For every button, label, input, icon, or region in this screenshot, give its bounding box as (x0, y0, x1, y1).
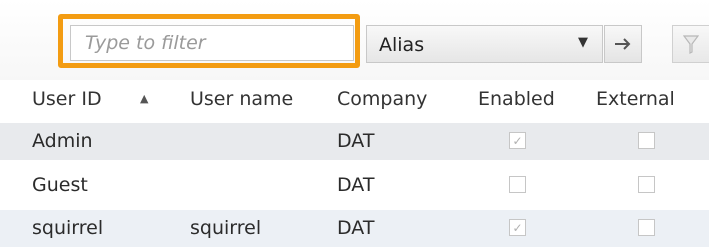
column-header-external[interactable]: External (596, 88, 675, 110)
filter-tool-button[interactable] (672, 25, 709, 63)
filter-highlight-box (58, 14, 360, 68)
cell-company: DAT (337, 174, 375, 196)
external-checkbox[interactable] (638, 219, 655, 236)
enabled-checkbox[interactable] (509, 176, 526, 193)
chevron-down-icon: ▼ (578, 35, 588, 50)
cell-company: DAT (337, 217, 375, 239)
external-checkbox[interactable] (638, 132, 655, 149)
enabled-checkbox[interactable]: ✓ (509, 219, 526, 236)
grid-header: User ID ▲ User name Company Enabled Exte… (0, 80, 709, 120)
table-row[interactable]: Guest DAT (0, 167, 709, 204)
cell-user-id: Admin (32, 130, 93, 152)
column-header-company[interactable]: Company (337, 88, 427, 110)
column-header-user-name[interactable]: User name (190, 88, 293, 110)
enabled-checkbox[interactable]: ✓ (509, 132, 526, 149)
arrow-right-icon (615, 38, 631, 50)
toolbar: Alias ▼ (0, 0, 709, 80)
external-checkbox[interactable] (638, 176, 655, 193)
table-row[interactable]: Admin DAT ✓ (0, 123, 709, 160)
column-header-enabled[interactable]: Enabled (478, 88, 555, 110)
alias-dropdown-label: Alias (379, 34, 425, 56)
table-row[interactable]: squirrel squirrel DAT ✓ (0, 210, 709, 247)
cell-user-name: squirrel (190, 217, 262, 239)
go-button[interactable] (604, 25, 642, 63)
column-header-user-id[interactable]: User ID (32, 88, 102, 110)
cell-user-id: Guest (32, 174, 88, 196)
sort-ascending-icon: ▲ (140, 92, 149, 105)
cell-company: DAT (337, 130, 375, 152)
alias-dropdown[interactable]: Alias ▼ (366, 25, 603, 63)
filter-funnel-icon (683, 35, 699, 54)
cell-user-id: squirrel (32, 217, 104, 239)
